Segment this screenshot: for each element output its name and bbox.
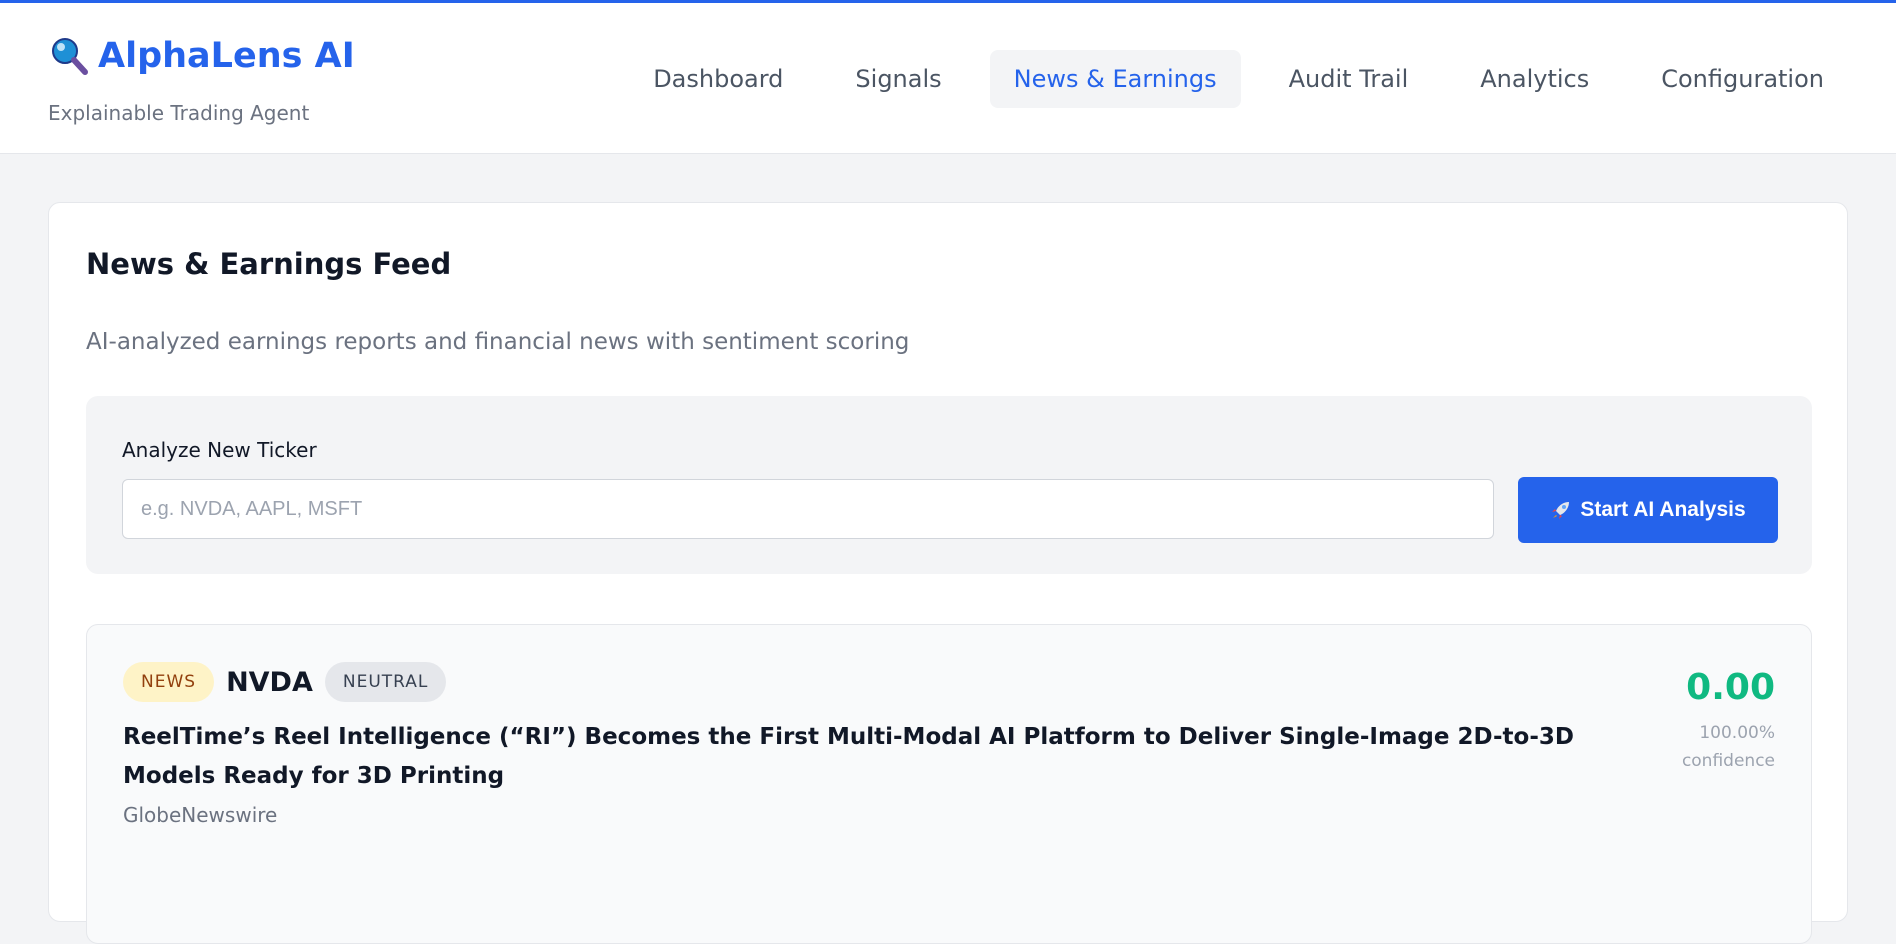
page-subtitle: AI-analyzed earnings reports and financi… <box>86 329 910 355</box>
type-badge: NEWS <box>123 662 215 702</box>
sentiment-score: 0.00 <box>1686 667 1775 708</box>
nav-item-analytics[interactable]: Analytics <box>1456 50 1613 108</box>
confidence-label: confidence <box>1681 751 1775 771</box>
nav-item-dashboard[interactable]: Dashboard <box>629 50 807 108</box>
nav-item-audit-trail[interactable]: Audit Trail <box>1265 50 1433 108</box>
ticker-input[interactable] <box>122 479 1494 539</box>
sentiment-badge: NEUTRAL <box>324 662 447 702</box>
news-headline: ReelTime’s Reel Intelligence (“RI”) Beco… <box>123 724 1574 789</box>
magnifier-icon <box>52 38 88 75</box>
news-feed-card: News & Earnings Feed AI-analyzed earning… <box>48 202 1848 944</box>
news-item-badges: NEWS NVDA NEUTRAL <box>123 662 447 702</box>
brand-title: AlphaLens AI <box>98 36 355 76</box>
brand[interactable]: AlphaLens AI Explainable Trading Agent <box>48 35 355 125</box>
analyze-ticker-label: Analyze New Ticker <box>122 438 317 462</box>
page-title: News & Earnings Feed <box>86 247 452 281</box>
analyze-ticker-panel: Analyze New Ticker Start AI Analysis <box>86 396 1812 574</box>
news-source: GlobeNewswire <box>123 803 278 827</box>
ticker-symbol: NVDA <box>226 666 313 698</box>
start-analysis-label: Start AI Analysis <box>1580 498 1746 521</box>
nav-item-configuration[interactable]: Configuration <box>1637 50 1848 108</box>
confidence-percent: 100.00% <box>1699 723 1775 743</box>
app-header: AlphaLens AI Explainable Trading Agent D… <box>0 3 1896 154</box>
news-item[interactable]: NEWS NVDA NEUTRAL ReelTime’s Reel Intell… <box>86 624 1812 944</box>
brand-subtitle: Explainable Trading Agent <box>48 101 310 125</box>
main-nav: Dashboard Signals News & Earnings Audit … <box>629 50 1848 108</box>
nav-item-signals[interactable]: Signals <box>831 50 965 108</box>
nav-item-news-earnings[interactable]: News & Earnings <box>989 50 1241 108</box>
start-analysis-button[interactable]: Start AI Analysis <box>1518 477 1778 543</box>
rocket-icon <box>1552 502 1570 519</box>
